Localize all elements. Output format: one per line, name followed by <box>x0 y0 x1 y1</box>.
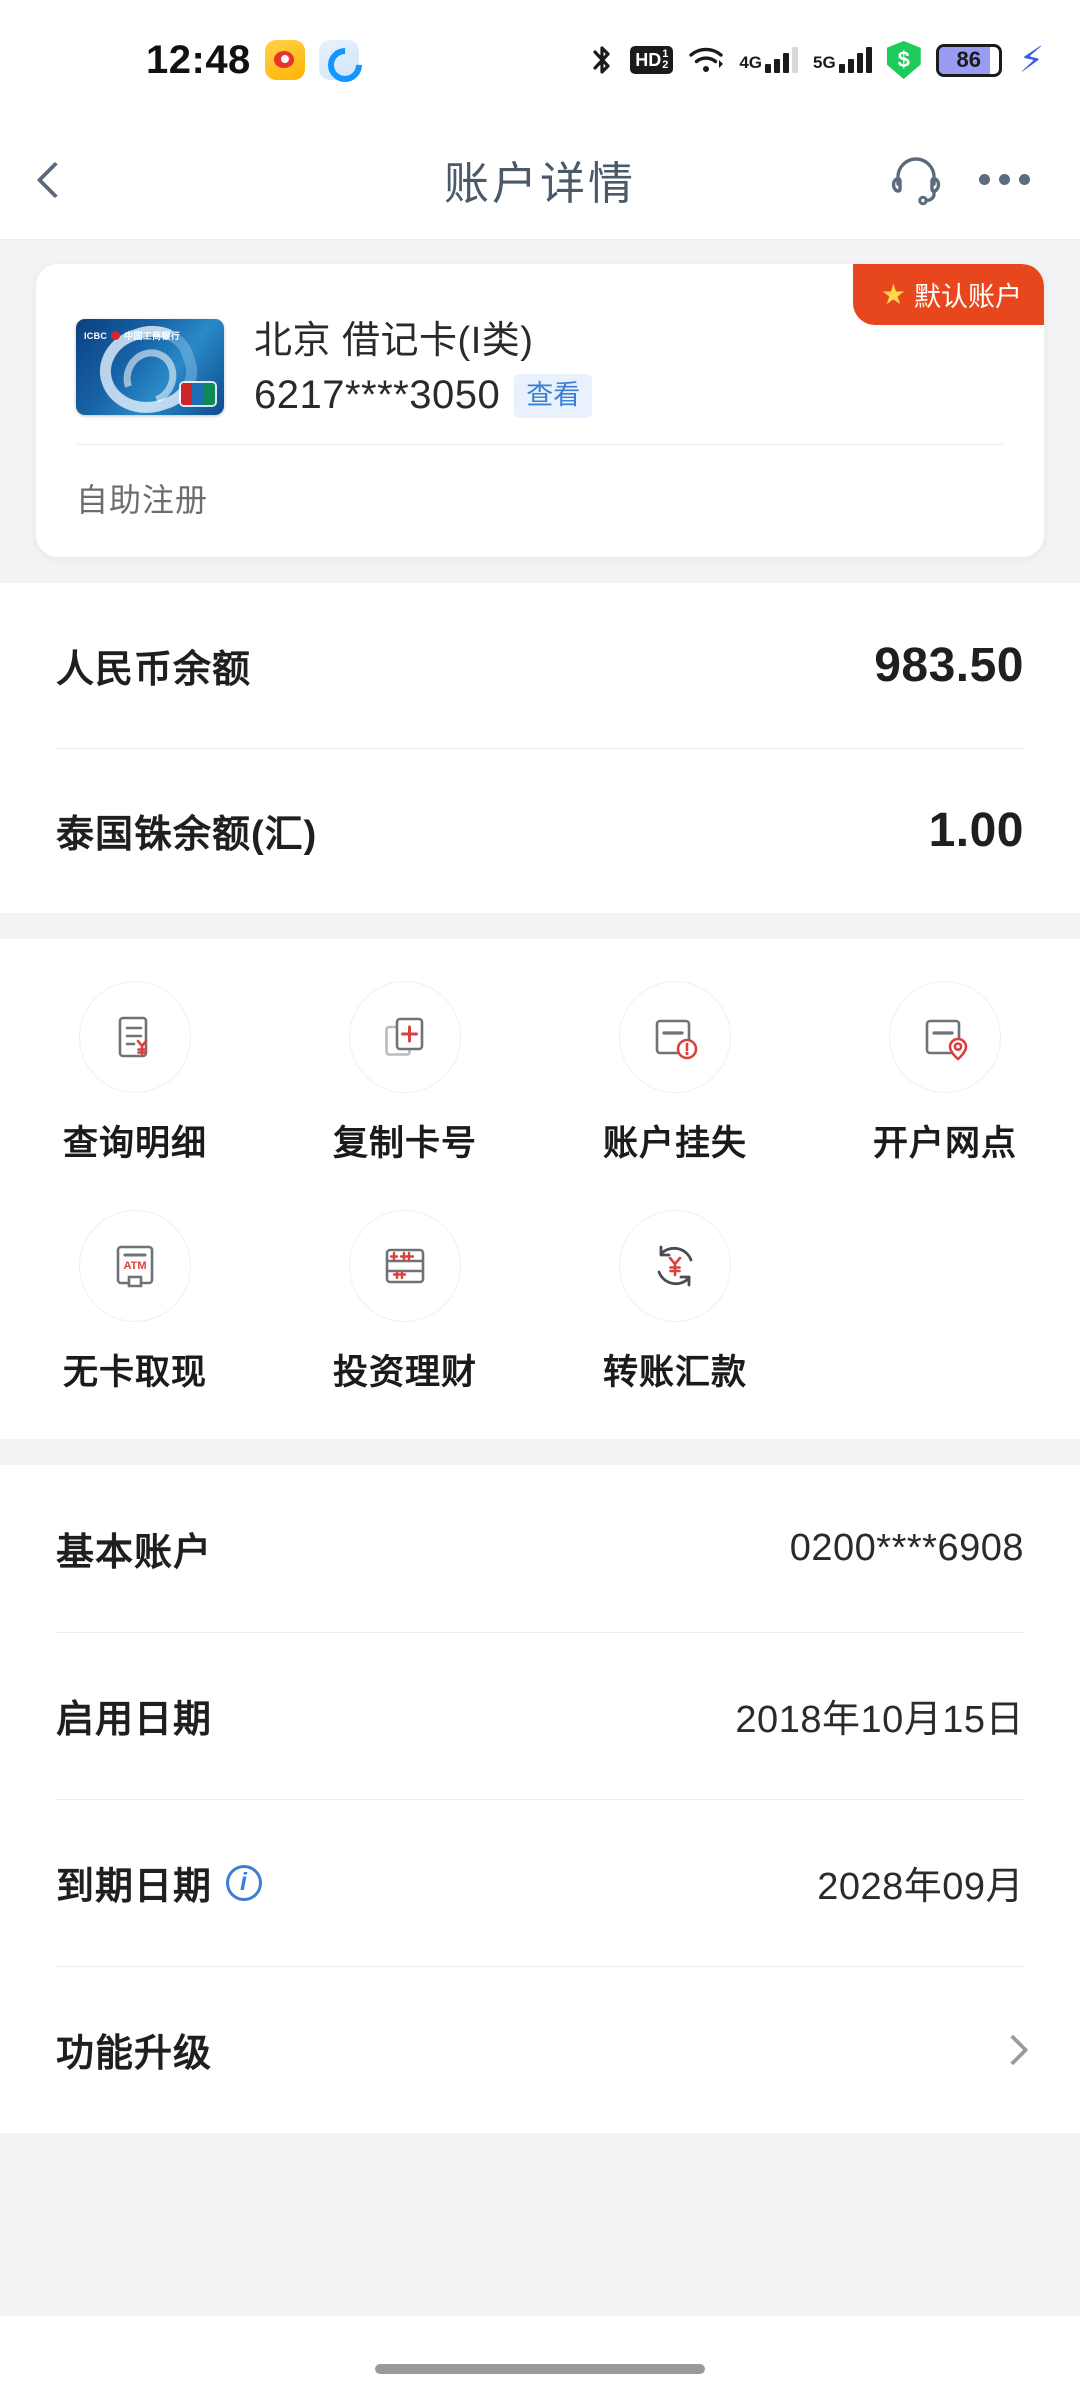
status-bar-right: HD 1 2 4G 5G $ 86 ⚡ <box>589 41 1044 79</box>
home-indicator-bar <box>0 2316 1080 2400</box>
action-label: 查询明细 <box>62 1124 207 1164</box>
section-spacer <box>0 913 1080 940</box>
more-dots-icon[interactable] <box>969 164 1040 195</box>
bank-card-thumbnail: ICBC 中国工商银行 <box>76 319 224 416</box>
star-icon: ★ <box>880 278 906 310</box>
security-shield-icon: $ <box>886 41 921 79</box>
abacus-icon <box>349 1210 461 1323</box>
quick-actions-row: ATM 无卡取现 投资理财 转账汇款 <box>0 1210 1080 1395</box>
action-label: 转账汇款 <box>602 1353 747 1393</box>
5g-signal-icon: 5G <box>813 47 872 73</box>
account-card[interactable]: ★ 默认账户 ICBC 中国工商银行 北京 借记卡(I类) 6217****30… <box>36 264 1044 558</box>
transfer-yen-icon <box>619 1210 731 1323</box>
account-card-section: ★ 默认账户 ICBC 中国工商银行 北京 借记卡(I类) 6217****30… <box>0 240 1080 584</box>
statement-yen-icon <box>79 981 191 1094</box>
detail-row-basic-account: 基本账户 0200****6908 <box>0 1465 1080 1633</box>
card-number: 6217****3050 <box>254 373 501 418</box>
copy-plus-icon <box>349 981 461 1094</box>
detail-label: 到期日期 <box>56 1866 213 1909</box>
detail-row-feature-upgrade[interactable]: 功能升级 <box>0 1966 1080 2134</box>
charging-bolt-icon: ⚡ <box>1018 39 1044 80</box>
card-number-row: 6217****3050 查看 <box>254 373 1004 418</box>
quick-actions-row: 查询明细 复制卡号 账户挂失 开户网点 <box>0 981 1080 1166</box>
icbc-gem-icon <box>111 331 121 341</box>
balance-value: 1.00 <box>928 804 1024 858</box>
status-bar-left: 12:48 <box>146 38 359 83</box>
status-time: 12:48 <box>146 37 251 82</box>
action-opening-branch[interactable]: 开户网点 <box>810 981 1080 1166</box>
unionpay-icon <box>181 383 215 406</box>
account-details-section: 基本账户 0200****6908 启用日期 2018年10月15日 到期日期 … <box>0 1465 1080 2134</box>
action-label: 无卡取现 <box>62 1353 207 1393</box>
wifi-icon <box>688 45 724 75</box>
detail-label-group: 到期日期 i <box>56 1855 263 1910</box>
card-info: 北京 借记卡(I类) 6217****3050 查看 <box>254 316 1004 418</box>
bluetooth-icon <box>589 43 615 77</box>
action-label: 复制卡号 <box>332 1124 477 1164</box>
balance-row[interactable]: 人民币余额 983.50 <box>0 583 1080 748</box>
detail-row-activation-date: 启用日期 2018年10月15日 <box>0 1632 1080 1800</box>
detail-value: 0200****6908 <box>789 1527 1024 1570</box>
action-label: 投资理财 <box>332 1353 477 1393</box>
action-label: 账户挂失 <box>602 1124 747 1164</box>
balance-row[interactable]: 泰国铢余额(汇) 1.00 <box>0 748 1080 913</box>
default-account-label: 默认账户 <box>914 282 1022 312</box>
default-account-badge: ★ 默认账户 <box>852 264 1044 325</box>
detail-row-expiry-date: 到期日期 i 2028年09月 <box>0 1799 1080 1967</box>
detail-label: 功能升级 <box>56 2033 213 2076</box>
icbc-mark: ICBC <box>84 330 108 341</box>
home-indicator[interactable] <box>375 2364 705 2374</box>
balance-label: 人民币余额 <box>56 649 252 692</box>
action-report-loss[interactable]: 账户挂失 <box>540 981 810 1166</box>
section-spacer <box>0 1439 1080 1466</box>
detail-value: 2028年09月 <box>817 1866 1024 1909</box>
detail-label: 启用日期 <box>56 1699 213 1742</box>
action-transfer[interactable]: 转账汇款 <box>540 1210 810 1395</box>
registration-label: 自助注册 <box>76 482 209 519</box>
detail-label: 基本账户 <box>56 1532 213 1575</box>
action-copy-card-number[interactable]: 复制卡号 <box>270 981 540 1166</box>
info-circle-icon[interactable]: i <box>226 1864 263 1901</box>
phone-screen: 12:48 HD 1 2 4G 5G $ 86 ⚡ 账户详情 ★ 默认账户 IC… <box>0 0 1080 2400</box>
atm-icon: ATM <box>79 1210 191 1323</box>
action-investment[interactable]: 投资理财 <box>270 1210 540 1395</box>
app-header: 账户详情 <box>0 120 1080 240</box>
headset-icon[interactable] <box>885 146 947 213</box>
detail-value: 2018年10月15日 <box>735 1699 1024 1742</box>
hd-volte-icon: HD 1 2 <box>630 46 674 74</box>
balance-section: 人民币余额 983.50 泰国铢余额(汇) 1.00 <box>0 583 1080 914</box>
card-alert-icon <box>619 981 731 1094</box>
4g-signal-icon: 4G <box>739 47 799 73</box>
quick-actions-section: 查询明细 复制卡号 账户挂失 开户网点 ATM 无卡取现 投资理财 转账汇款 <box>0 939 1080 1440</box>
action-label: 开户网点 <box>872 1124 1017 1164</box>
battery-icon: 86 <box>935 43 1002 77</box>
qq-browser-icon <box>318 40 359 80</box>
action-query-statement[interactable]: 查询明细 <box>0 981 270 1166</box>
chevron-right-icon <box>997 2034 1029 2066</box>
bank-name-label: 中国工商银行 <box>124 331 181 342</box>
balance-label: 泰国铢余额(汇) <box>56 814 318 857</box>
view-card-number-button[interactable]: 查看 <box>514 373 593 418</box>
weibo-icon <box>264 40 305 80</box>
action-cardless-withdrawal[interactable]: ATM 无卡取现 <box>0 1210 270 1395</box>
balance-value: 983.50 <box>874 639 1024 693</box>
card-location-icon <box>889 981 1001 1094</box>
status-bar: 12:48 HD 1 2 4G 5G $ 86 ⚡ <box>0 0 1080 120</box>
svg-text:ATM: ATM <box>123 1260 146 1272</box>
header-actions <box>885 146 1080 213</box>
action-empty-slot <box>810 1210 1080 1395</box>
